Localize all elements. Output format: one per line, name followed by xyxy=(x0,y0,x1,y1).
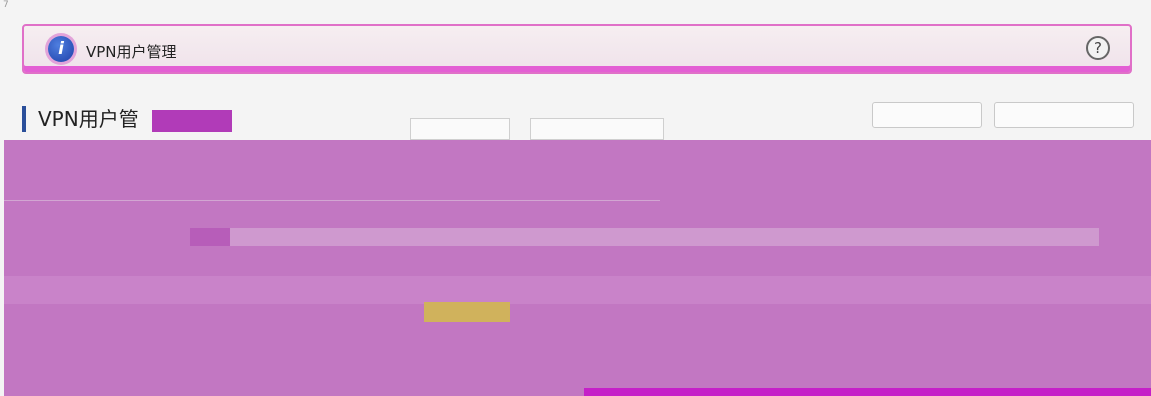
tab-2[interactable] xyxy=(530,118,664,140)
corner-mark: 7 xyxy=(3,0,9,10)
bottom-bar xyxy=(584,388,1151,396)
toolbar-button-1[interactable] xyxy=(872,102,982,128)
info-icon: i xyxy=(48,36,74,62)
section-title-tail xyxy=(152,110,232,132)
section-title: VPN用户管 xyxy=(22,106,139,132)
info-bar: i VPN用户管理 ? xyxy=(22,24,1132,74)
info-bar-title: VPN用户管理 xyxy=(86,43,177,61)
tab-1[interactable] xyxy=(410,118,510,140)
toolbar-button-2[interactable] xyxy=(994,102,1134,128)
table-header xyxy=(230,228,1099,246)
divider xyxy=(4,200,660,201)
table-row[interactable] xyxy=(4,250,1151,268)
row-band xyxy=(4,276,1151,304)
tabs-strip xyxy=(228,116,678,140)
table-accent xyxy=(190,228,230,246)
table-row[interactable] xyxy=(4,306,1151,324)
help-icon[interactable]: ? xyxy=(1086,36,1110,60)
content-panel xyxy=(4,140,1151,396)
highlight-cell[interactable] xyxy=(424,302,510,322)
